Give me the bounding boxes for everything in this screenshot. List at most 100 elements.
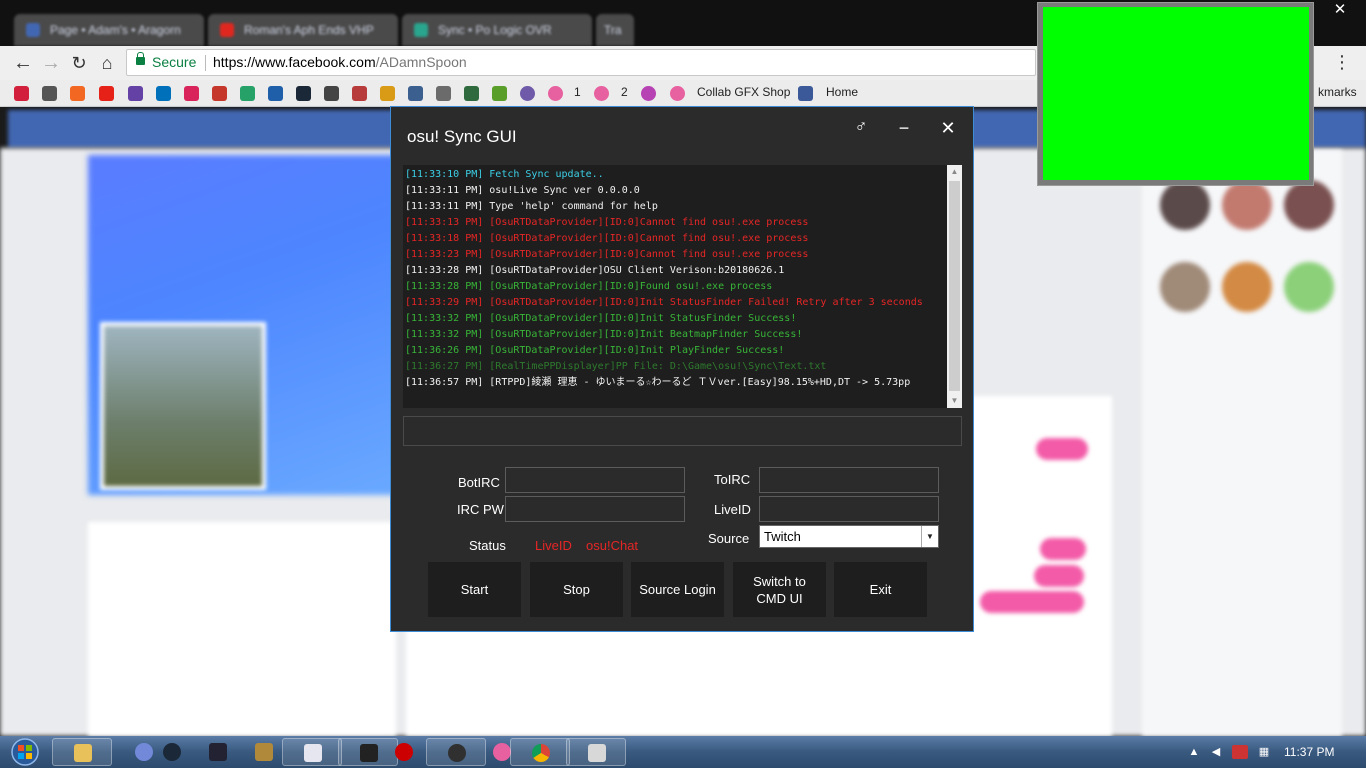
avatar — [1284, 180, 1334, 230]
obs-icon — [448, 744, 466, 762]
gear-icon — [209, 743, 227, 761]
bookmark-icon[interactable] — [240, 86, 255, 101]
browser-tab[interactable]: Sync • Po Logic OVR — [402, 14, 592, 46]
bookmark-label[interactable]: 1 — [574, 85, 581, 99]
log-line: [11:36:26 PM] [OsuRTDataProvider][ID:0]I… — [405, 345, 785, 356]
tab-label: Page • Adam's • Aragorn — [50, 23, 181, 37]
log-line: [11:33:11 PM] Type 'help' command for he… — [405, 201, 658, 212]
bookmark-icon[interactable] — [492, 86, 507, 101]
reload-icon[interactable]: ↻ — [66, 50, 92, 76]
chevron-down-icon[interactable]: ▼ — [921, 526, 938, 547]
stop-button[interactable]: Stop — [530, 562, 623, 617]
exit-button[interactable]: Exit — [834, 562, 927, 617]
profile-picture — [100, 322, 266, 490]
tab-label: Sync • Po Logic OVR — [438, 23, 552, 37]
bookmark-icon[interactable] — [70, 86, 85, 101]
secure-label: Secure — [152, 54, 197, 70]
more-vert-icon[interactable]: ⋮ — [1332, 50, 1352, 74]
bookmark-collab-gfx-shop[interactable]: Collab GFX Shop — [697, 85, 790, 99]
browser-tab[interactable]: Page • Adam's • Aragorn — [14, 14, 204, 46]
bookmark-icon[interactable] — [380, 86, 395, 101]
to-irc-input[interactable] — [759, 467, 939, 493]
bookmark-icon[interactable] — [324, 86, 339, 101]
taskbar-chat[interactable] — [566, 738, 626, 766]
bookmark-home[interactable]: Home — [826, 85, 858, 99]
clock[interactable]: 11:37 PM — [1284, 745, 1334, 759]
avatar — [1160, 262, 1210, 312]
osu-bookmark-icon[interactable] — [548, 86, 563, 101]
facebook-bookmark-icon[interactable] — [798, 86, 813, 101]
taskbar-app[interactable] — [282, 738, 342, 766]
bookmark-icon[interactable] — [641, 86, 656, 101]
osu-bookmark-icon[interactable] — [670, 86, 685, 101]
bookmark-icon[interactable] — [14, 86, 29, 101]
home-icon[interactable]: ⌂ — [94, 50, 120, 76]
irc-pw-input[interactable] — [505, 496, 685, 522]
other-bookmarks-label[interactable]: kmarks — [1318, 85, 1357, 99]
document-icon — [304, 744, 322, 762]
browser-tab[interactable]: Roman's Aph Ends VHP — [208, 14, 398, 46]
app-icon — [255, 743, 273, 761]
log-line: [11:33:11 PM] osu!Live Sync ver 0.0.0.0 — [405, 185, 640, 196]
url-separator — [205, 55, 206, 71]
twitch-bookmark-icon[interactable] — [128, 86, 143, 101]
osu-bookmark-icon[interactable] — [594, 86, 609, 101]
log-line: [11:33:32 PM] [OsuRTDataProvider][ID:0]I… — [405, 329, 803, 340]
log-console[interactable]: [11:33:10 PM] Fetch Sync update.. [11:33… — [403, 165, 962, 408]
taskbar: ▲ ◀ ▦ 11:37 PM — [0, 736, 1366, 768]
youtube-bookmark-icon[interactable] — [99, 86, 114, 101]
action-center-icon[interactable] — [1232, 745, 1248, 759]
switch-to-cmd-ui-button[interactable]: Switch to CMD UI — [733, 562, 826, 617]
chat-bubble — [1034, 565, 1084, 587]
start-button[interactable]: Start — [428, 562, 521, 617]
bookmark-icon[interactable] — [408, 86, 423, 101]
bookmark-label[interactable]: 2 — [621, 85, 628, 99]
bot-irc-input[interactable] — [505, 467, 685, 493]
show-hidden-icons-icon[interactable]: ▲ — [1186, 745, 1202, 759]
scrollbar-thumb[interactable] — [949, 181, 960, 391]
log-line: [11:33:13 PM] [OsuRTDataProvider][ID:0]C… — [405, 217, 809, 228]
steam-bookmark-icon[interactable] — [296, 86, 311, 101]
address-bar[interactable]: Secure https://www.facebook.com/ADamnSpo… — [126, 49, 1036, 76]
male-symbol-icon[interactable]: ♂ — [851, 117, 871, 137]
bookmark-icon[interactable] — [520, 86, 535, 101]
taskbar-explorer[interactable] — [52, 738, 112, 766]
volume-icon[interactable]: ◀ — [1208, 745, 1224, 759]
status-osu-chat: osu!Chat — [586, 538, 639, 553]
taskbar-chrome[interactable] — [510, 738, 570, 766]
bot-irc-label: BotIRC — [458, 475, 500, 490]
back-arrow-icon[interactable]: ← — [10, 50, 36, 76]
source-login-button[interactable]: Source Login — [631, 562, 724, 617]
browser-tab[interactable]: Tra — [596, 14, 634, 46]
status-live-id: LiveID — [535, 538, 572, 553]
scroll-down-arrow-icon[interactable]: ▼ — [947, 394, 962, 408]
chat-bubble — [980, 591, 1084, 613]
folder-icon — [74, 744, 92, 762]
forward-arrow-icon[interactable]: → — [38, 50, 64, 76]
bookmark-icon[interactable] — [464, 86, 479, 101]
log-scrollbar[interactable]: ▲ ▼ — [947, 165, 962, 408]
gmail-bookmark-icon[interactable] — [212, 86, 227, 101]
close-icon[interactable]: ✕ — [1328, 0, 1352, 20]
bookmark-icon[interactable] — [268, 86, 283, 101]
bookmark-icon[interactable] — [42, 86, 57, 101]
status-label: Status — [469, 538, 506, 553]
site-icon — [414, 23, 428, 37]
taskbar-app[interactable] — [374, 738, 434, 766]
record-icon — [395, 743, 413, 761]
live-id-input[interactable] — [759, 496, 939, 522]
start-button[interactable] — [6, 737, 44, 767]
minimize-button[interactable]: − — [893, 117, 915, 139]
scroll-up-arrow-icon[interactable]: ▲ — [947, 165, 962, 179]
source-select[interactable]: Twitch ▼ — [759, 525, 939, 548]
osu-icon — [493, 743, 511, 761]
network-icon[interactable]: ▦ — [1256, 745, 1272, 759]
close-button[interactable]: ✕ — [937, 117, 959, 139]
log-line: [11:33:28 PM] [OsuRTDataProvider][ID:0]F… — [405, 281, 773, 292]
bookmark-icon[interactable] — [352, 86, 367, 101]
url-text: https://www.facebook.com/ADamnSpoon — [213, 50, 467, 75]
bookmark-icon[interactable] — [436, 86, 451, 101]
bookmark-icon[interactable] — [184, 86, 199, 101]
command-input[interactable] — [403, 416, 962, 446]
paypal-bookmark-icon[interactable] — [156, 86, 171, 101]
